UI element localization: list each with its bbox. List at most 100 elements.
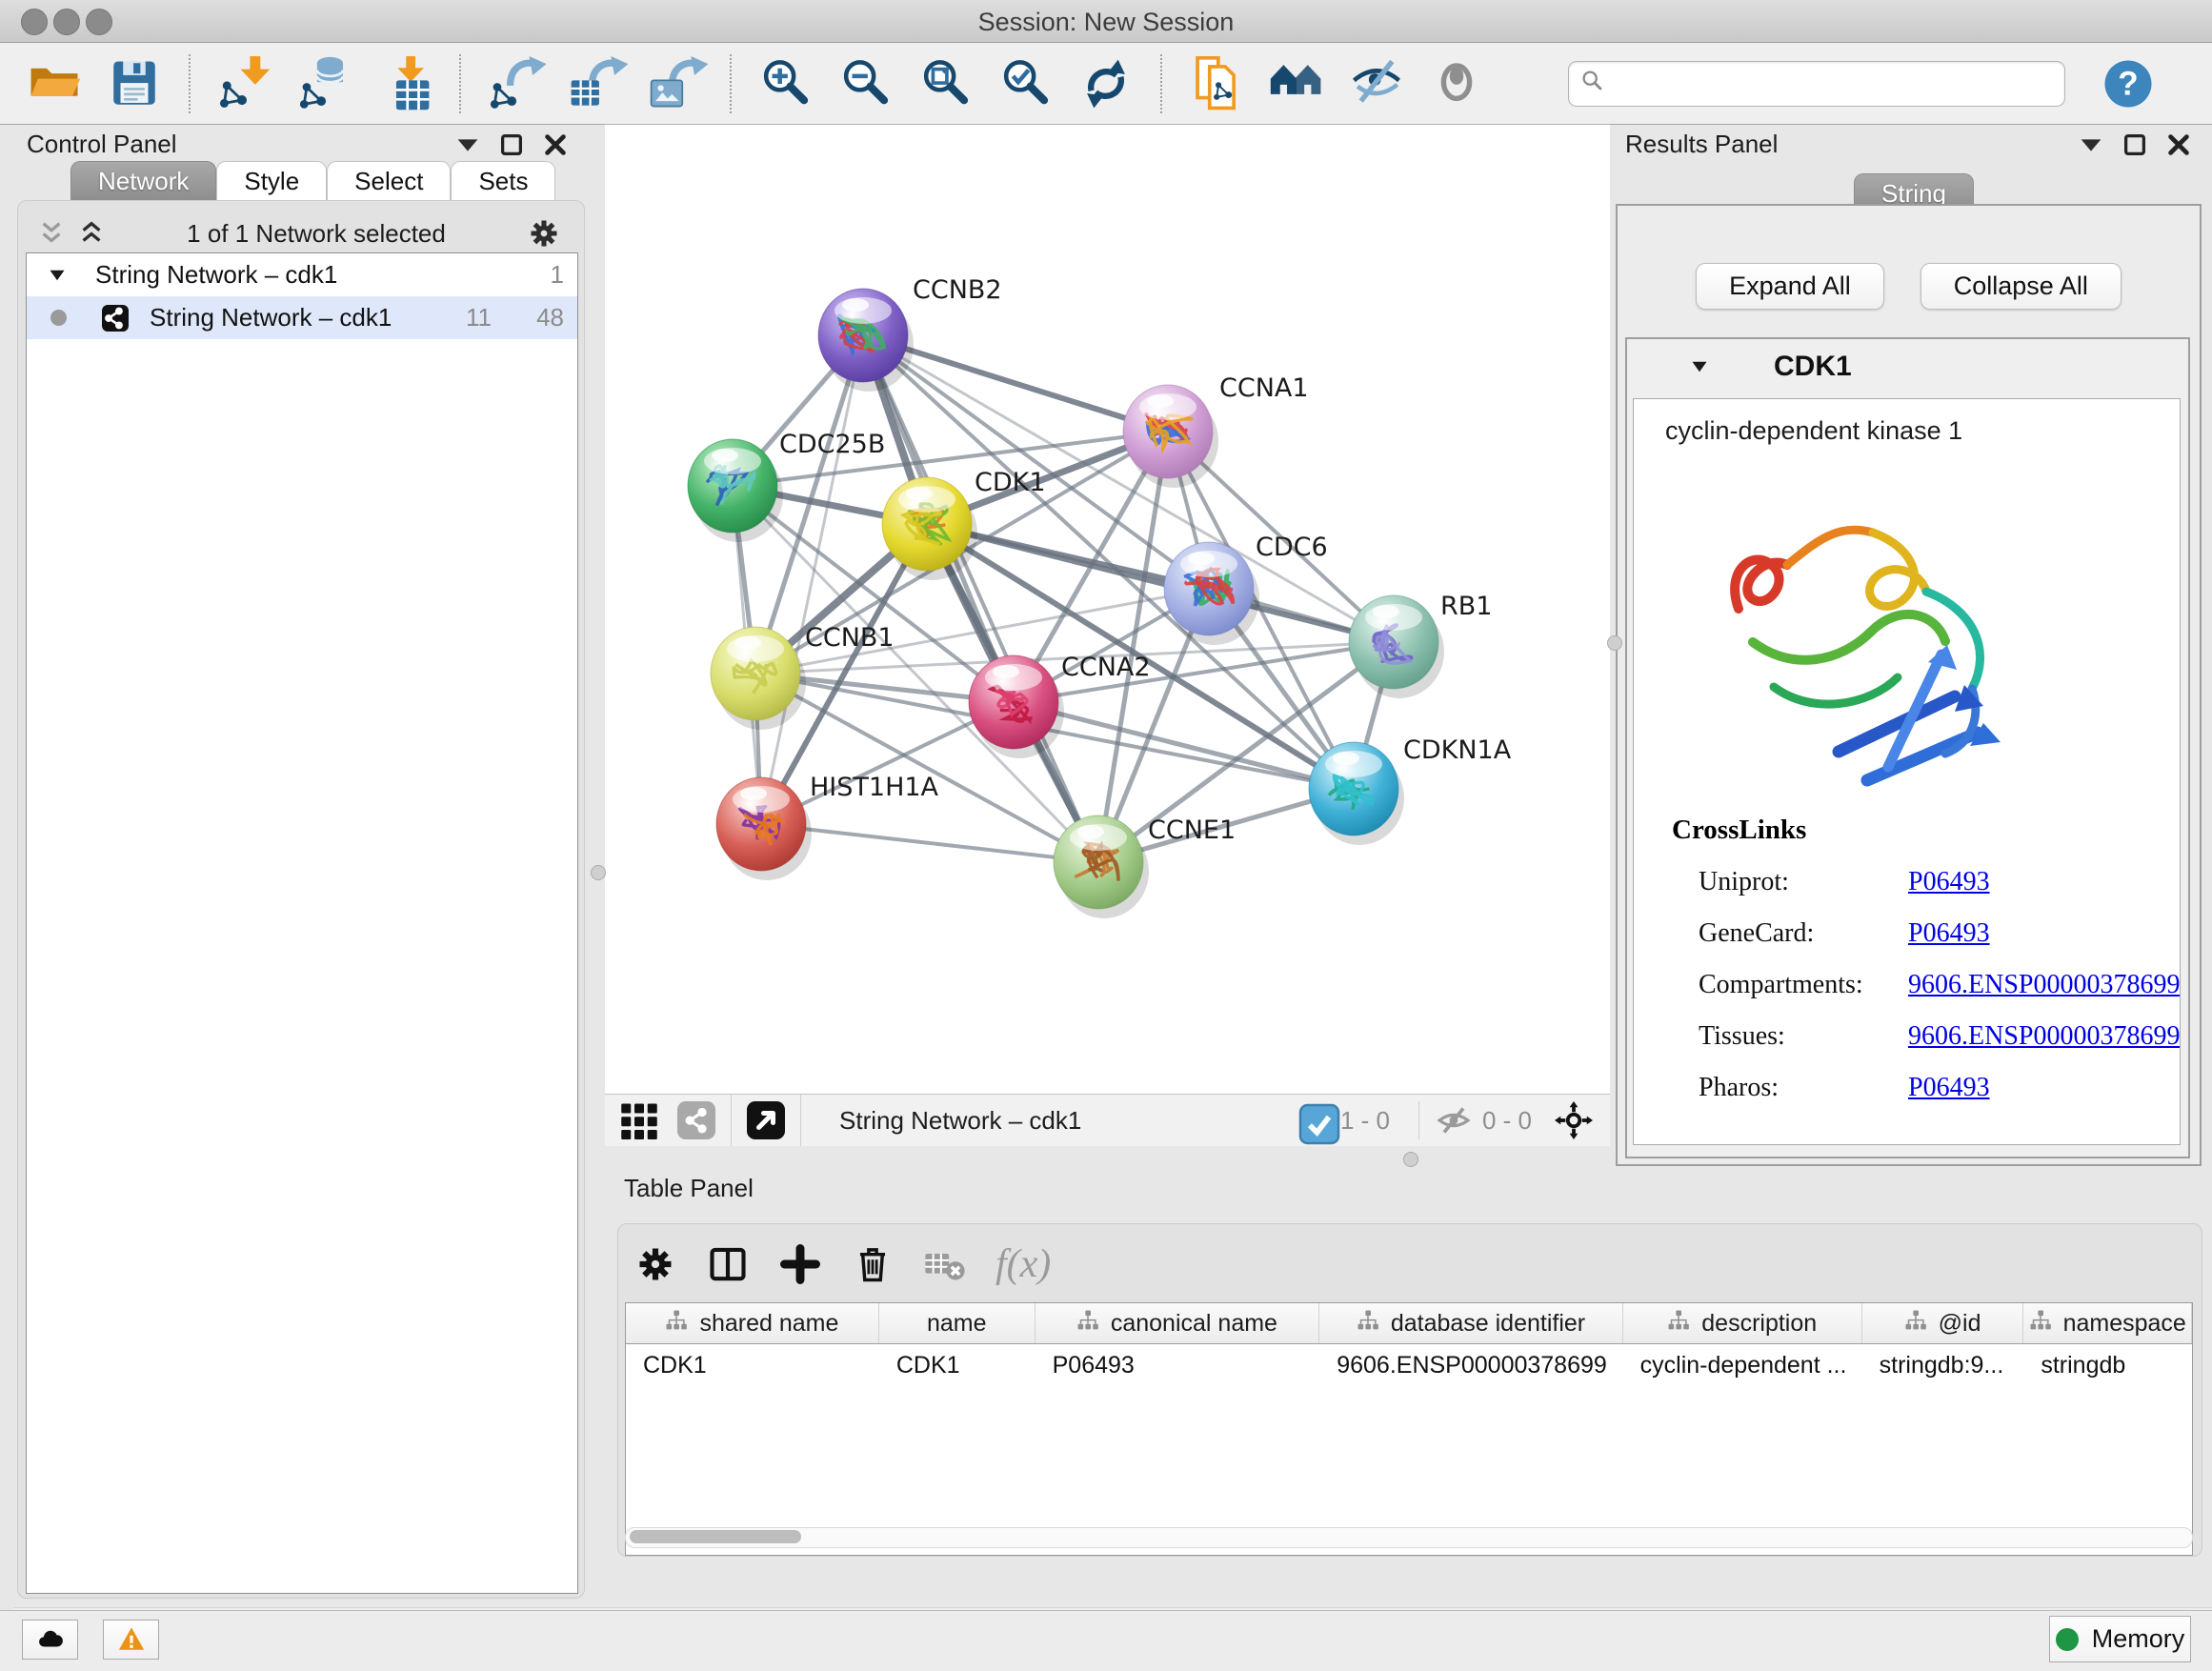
column-header-canonical-name[interactable]: canonical name (1036, 1303, 1320, 1343)
edge-CCNB2-HIST1H1A[interactable] (761, 335, 863, 824)
node-result-header[interactable]: CDK1 (1627, 339, 2188, 394)
collapse-all-button[interactable]: Collapse All (1920, 263, 2122, 310)
expand-all-icon[interactable] (77, 219, 106, 248)
panel-menu-icon[interactable] (453, 131, 482, 159)
import-table-from-file-button[interactable] (375, 54, 434, 113)
tab-sets[interactable]: Sets (451, 161, 555, 201)
first-neighbors-button[interactable] (1267, 54, 1326, 113)
open-session-button[interactable] (25, 54, 84, 113)
export-network-button[interactable] (486, 54, 545, 113)
node-table[interactable]: shared namenamecanonical namedatabase id… (625, 1302, 2193, 1556)
column-header-namespace[interactable]: namespace (2023, 1303, 2192, 1343)
crosslink-link[interactable]: P06493 (1908, 1073, 1990, 1102)
panel-menu-icon[interactable] (2077, 131, 2105, 159)
grid-view-icon[interactable] (620, 1101, 658, 1139)
network-row[interactable]: String Network – cdk1 11 48 (27, 296, 577, 339)
table-cell[interactable]: stringdb:9... (1862, 1344, 2024, 1386)
tree-expander-icon[interactable] (46, 264, 69, 287)
edge-HIST1H1A-CCNE1[interactable] (761, 824, 1098, 862)
new-network-from-selection-button[interactable] (1187, 54, 1246, 113)
help-button[interactable]: ? (2101, 57, 2155, 111)
table-panel-title: Table Panel (624, 1174, 754, 1203)
node-CCNA1[interactable]: CCNA1 (1123, 373, 1309, 488)
hide-selected-button[interactable] (1347, 54, 1406, 113)
refresh-view-button[interactable] (1076, 54, 1136, 113)
fit-content-icon[interactable] (1555, 1101, 1593, 1139)
import-network-from-file-button[interactable] (215, 54, 274, 113)
node-CCNE1[interactable]: CCNE1 (1054, 815, 1236, 918)
node-RB1[interactable]: RB1 (1349, 592, 1492, 698)
import-network-from-database-button[interactable] (295, 54, 354, 113)
open-external-icon[interactable] (747, 1101, 785, 1139)
selected-check-icon[interactable] (1300, 1105, 1331, 1136)
network-options-gear-icon[interactable] (527, 216, 561, 251)
zoom-fit-content-button[interactable] (916, 54, 975, 113)
scrollbar-thumb[interactable] (630, 1530, 801, 1543)
cloud-button[interactable] (22, 1620, 78, 1660)
search-box[interactable] (1568, 61, 2065, 107)
table-cell[interactable]: cyclin-dependent ... (1623, 1344, 1862, 1386)
tab-select[interactable]: Select (327, 161, 451, 201)
column-header-description[interactable]: description (1623, 1303, 1862, 1343)
collapse-all-icon[interactable] (37, 219, 66, 248)
panel-close-icon[interactable] (2164, 131, 2193, 159)
tab-style[interactable]: Style (216, 161, 327, 201)
column-header-database-identifier[interactable]: database identifier (1319, 1303, 1622, 1343)
share-view-icon[interactable] (677, 1101, 715, 1139)
panel-close-icon[interactable] (541, 131, 570, 159)
network-view[interactable]: CCNB2 CCNA1 CDC25B CDK1 CDC6 RB1 (605, 124, 1610, 1146)
results-panel-header-icons (2077, 131, 2193, 159)
export-image-button[interactable] (646, 54, 705, 113)
node-CCNB2[interactable]: CCNB2 (818, 275, 1002, 392)
right-splitter-handle[interactable] (1607, 635, 1622, 651)
table-cell[interactable]: CDK1 (626, 1344, 879, 1386)
tab-network[interactable]: Network (70, 161, 216, 201)
split-table-icon[interactable] (706, 1242, 750, 1286)
results-panel-title: Results Panel (1625, 130, 1778, 159)
node-CCNB1[interactable]: CCNB1 (711, 623, 895, 730)
crosslink-row: GeneCard:P06493 (1672, 918, 2180, 949)
table-row[interactable]: CDK1CDK1P064939606.ENSP00000378699cyclin… (626, 1344, 2192, 1386)
network-graph[interactable]: CCNB2 CCNA1 CDC25B CDK1 CDC6 RB1 (605, 125, 1610, 1095)
show-all-button[interactable] (1427, 54, 1486, 113)
zoom-in-button[interactable] (756, 54, 815, 113)
crosslink-link[interactable]: P06493 (1908, 918, 1990, 948)
crosslink-link[interactable]: 9606.ENSP00000378699 (1908, 970, 2180, 999)
horizontal-splitter-handle[interactable] (1403, 1152, 1418, 1167)
memory-button[interactable]: Memory (2049, 1616, 2191, 1662)
column-header--id[interactable]: @id (1862, 1303, 2024, 1343)
add-icon[interactable] (778, 1242, 822, 1286)
node-CDK1[interactable]: CDK1 (882, 468, 1046, 580)
table-cell[interactable]: stringdb (2023, 1344, 2192, 1386)
crosslink-row: Compartments:9606.ENSP00000378699 (1672, 970, 2180, 1000)
hidden-eye-icon[interactable] (1435, 1101, 1473, 1139)
window-title: Session: New Session (0, 8, 2212, 37)
export-table-button[interactable] (566, 54, 625, 113)
left-splitter-handle[interactable] (591, 865, 606, 880)
node-HIST1H1A[interactable]: HIST1H1A (716, 773, 939, 880)
search-input[interactable] (1607, 69, 2055, 98)
panel-float-icon[interactable] (2121, 131, 2149, 159)
table-horizontal-scrollbar[interactable] (625, 1527, 2193, 1548)
crosslink-row: Uniprot:P06493 (1672, 867, 2180, 897)
zoom-out-button[interactable] (836, 54, 895, 113)
crosslink-link[interactable]: P06493 (1908, 867, 1990, 896)
column-header-shared-name[interactable]: shared name (626, 1303, 879, 1343)
node-CDKN1A[interactable]: CDKN1A (1309, 735, 1512, 845)
crosslink-link[interactable]: 9606.ENSP00000378699 (1908, 1021, 2180, 1051)
entry-expander-icon[interactable] (1688, 355, 1711, 378)
column-header-name[interactable]: name (879, 1303, 1036, 1343)
node-label-CDC6: CDC6 (1256, 533, 1328, 562)
panel-float-icon[interactable] (497, 131, 526, 159)
table-cell[interactable]: P06493 (1036, 1344, 1320, 1386)
control-panel-tabs: NetworkStyleSelectSets (70, 161, 555, 201)
table-cell[interactable]: 9606.ENSP00000378699 (1319, 1344, 1622, 1386)
delete-icon[interactable] (851, 1242, 895, 1286)
network-collection-row[interactable]: String Network – cdk1 1 (27, 253, 577, 296)
column-settings-icon[interactable] (633, 1242, 677, 1286)
save-session-button[interactable] (105, 54, 164, 113)
zoom-selected-button[interactable] (996, 54, 1056, 113)
expand-all-button[interactable]: Expand All (1696, 263, 1884, 310)
table-cell[interactable]: CDK1 (879, 1344, 1036, 1386)
warning-button[interactable] (103, 1620, 159, 1660)
